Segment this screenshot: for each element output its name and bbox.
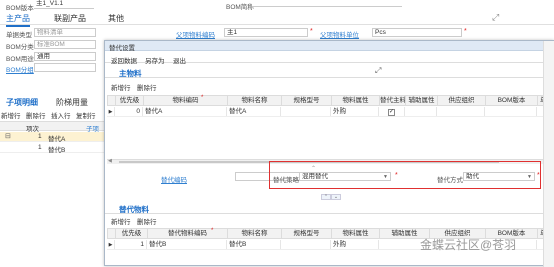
substitute-toolbar: 新增行 删除行 — [105, 215, 225, 226]
return-data-button[interactable]: 返回数据 — [111, 55, 137, 65]
col-spec: 规格型号 — [282, 96, 332, 105]
watermark: 金蝶云社区@苍羽 — [420, 238, 517, 252]
main-material-section: 主物料 ⤢ — [105, 66, 554, 78]
col-supply-org: 供应组织 — [438, 96, 486, 105]
col-material-attr: 物料属性 — [332, 96, 380, 105]
sub-add-row-button[interactable]: 新增行 — [1, 110, 21, 120]
col-main-substitute: 替代主料 — [380, 96, 406, 105]
sub-copy-row-button[interactable]: 复制行 — [76, 110, 96, 120]
col-substitute-code: 替代物料编码 — [148, 229, 228, 238]
row-pointer-icon: ▶ — [107, 240, 115, 249]
bom-name-label: BOM简称 — [226, 4, 254, 11]
bom-version-input[interactable]: 主1_V1.1 — [34, 0, 94, 9]
bom-group-input[interactable]: 标准BOM — [34, 40, 96, 49]
dialog-toolbar: 返回数据 另存为 退出 — [105, 52, 554, 65]
splitter-down-icon[interactable]: ⌄ — [331, 194, 341, 200]
substitute-material-section: 替代物料 — [105, 202, 554, 214]
tab-sub-detail[interactable]: 子项明细 — [6, 97, 38, 108]
scroll-left-icon[interactable]: ◀ — [108, 158, 112, 164]
expand-icon[interactable]: ⤢ — [375, 66, 381, 76]
tab-other[interactable]: 其他 — [108, 13, 124, 24]
bom-name-input[interactable] — [252, 0, 402, 7]
chevron-down-icon[interactable]: ▼ — [383, 173, 388, 180]
substitute-delete-row-button[interactable]: 删除行 — [137, 216, 157, 226]
sub-table-header: 项次 子项 — [0, 121, 104, 133]
col-material-name: 物料名称 — [228, 229, 282, 238]
tab-co-product[interactable]: 联副产品 — [54, 13, 86, 24]
dialog-title-bar: 替代设置 — [105, 41, 554, 52]
parent-code-input[interactable]: 主1 — [224, 28, 308, 37]
unit-type-input[interactable]: 物料清单 — [34, 28, 96, 37]
bom-version-label: BOM版本 — [6, 5, 34, 12]
bom-category-input[interactable] — [34, 63, 96, 72]
sub-insert-row-button[interactable]: 插入行 — [51, 110, 71, 120]
sub-toolbar: 新增行 删除行 插入行 复制行 — [0, 109, 104, 120]
table-row[interactable]: ⊟ 1 替代A — [0, 132, 104, 143]
col-material-name: 物料名称 — [228, 96, 282, 105]
splitter-up-icon[interactable]: ⌃ — [321, 194, 331, 200]
main-add-row-button[interactable]: 新增行 — [111, 82, 131, 92]
method-select[interactable]: 助代 ▼ — [463, 172, 535, 181]
strategy-select[interactable]: 混用替代 ▼ — [299, 172, 391, 181]
col-aux-attr: 辅助属性 — [406, 96, 438, 105]
unit-type-label: 单据类型 — [6, 32, 32, 39]
parent-code-link[interactable]: 父项物料编码 — [176, 29, 215, 39]
col-material-attr: 物料属性 — [332, 229, 380, 238]
vertical-scrollbar[interactable] — [543, 41, 554, 267]
expand-icon[interactable]: ⤢ — [492, 12, 499, 23]
method-label: 替代方式 — [437, 177, 463, 184]
main-toolbar: 新增行 删除行 — [105, 81, 225, 92]
substitute-add-row-button[interactable]: 新增行 — [111, 216, 131, 226]
dialog-title: 替代设置 — [109, 45, 135, 52]
parent-unit-input[interactable]: Pcs — [372, 28, 462, 37]
row-pointer-icon: ▶ — [107, 107, 115, 116]
strategy-label: 替代策略 — [273, 177, 299, 184]
parent-unit-link[interactable]: 父项物料单位 — [320, 29, 359, 39]
sub-tabs: 子项明细 阶梯用量 — [0, 96, 104, 109]
table-row[interactable]: 1 替代B — [0, 143, 104, 154]
tab-step-qty[interactable]: 阶梯用量 — [56, 97, 88, 108]
bom-use-input[interactable]: 通用 — [34, 52, 96, 61]
substitute-code-link[interactable]: 替代编码 — [161, 174, 187, 184]
bom-use-label: BOM用途 — [6, 56, 34, 63]
sub-delete-row-button[interactable]: 删除行 — [26, 110, 46, 120]
chevron-down-icon[interactable]: ▼ — [527, 173, 532, 180]
exit-button[interactable]: 退出 — [173, 55, 186, 65]
col-material-code: 物料编码 — [144, 96, 228, 105]
tree-toggle-icon[interactable]: ⊟ — [5, 132, 11, 140]
col-spec: 规格型号 — [282, 229, 332, 238]
bom-category-link[interactable]: BOM分组 — [6, 64, 34, 74]
substitute-settings-dialog: 替代设置 返回数据 另存为 退出 主物料 ⤢ 新增行 删除行 优先级 优先级 物… — [104, 40, 554, 267]
table-row[interactable]: ▶ 0 替代A 替代A 外购 ✓ — [107, 107, 554, 117]
save-as-button[interactable]: 另存为 — [145, 55, 165, 65]
col-priority: 优先级 — [116, 96, 144, 105]
substitute-material-title: 替代物料 — [119, 205, 149, 214]
main-material-title: 主物料 — [119, 69, 142, 78]
bom-group-label: BOM分类 — [6, 44, 34, 51]
main-delete-row-button[interactable]: 删除行 — [137, 82, 157, 92]
main-substitute-checkbox[interactable]: ✓ — [388, 109, 395, 116]
col-bom-version: BOM版本 — [486, 96, 538, 105]
col-priority: 优先级 — [116, 229, 148, 238]
main-table-columns: 优先级 物料编码 物料名称 规格型号 物料属性 替代主料 辅助属性 供应组织 B… — [107, 95, 554, 106]
